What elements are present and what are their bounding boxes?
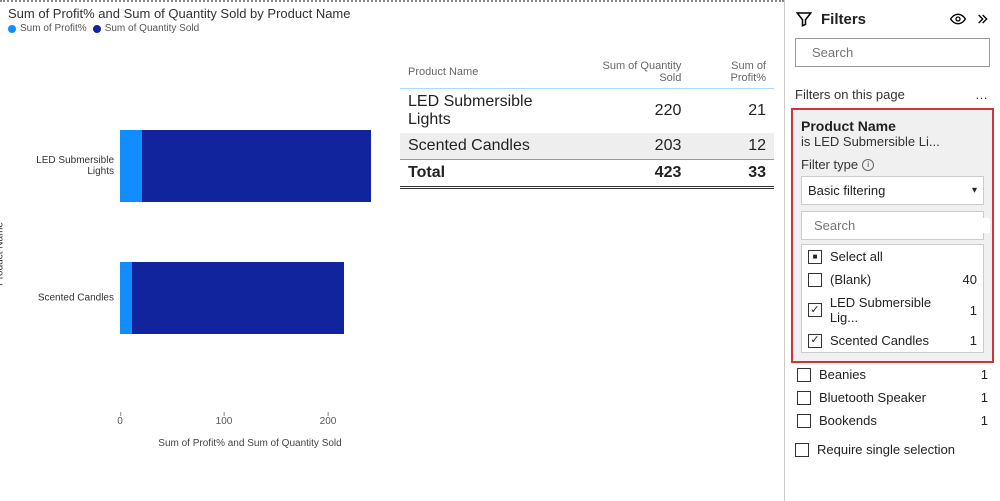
legend-swatch-icon <box>8 25 16 33</box>
checkbox-icon[interactable] <box>795 443 809 457</box>
filter-value-item[interactable]: (Blank)40 <box>802 268 983 291</box>
filter-values-search[interactable] <box>801 211 984 240</box>
collapse-icon[interactable] <box>974 11 990 27</box>
filter-select-all[interactable]: Select all <box>802 245 983 268</box>
bar-category-label: Scented Candles <box>10 293 114 304</box>
more-icon[interactable]: … <box>975 87 990 102</box>
checkbox-icon[interactable] <box>808 273 822 287</box>
data-table[interactable]: Product Name Sum of Quantity Sold Sum of… <box>390 54 774 491</box>
legend-item[interactable]: Sum of Quantity Sold <box>93 23 200 34</box>
checkbox-icon[interactable] <box>808 334 822 348</box>
x-tick-label: 100 <box>216 416 233 427</box>
filter-type-select[interactable]: Basic filtering ▾ <box>801 176 984 205</box>
table-row[interactable]: Scented Candles20312 <box>400 133 774 160</box>
checkbox-icon[interactable] <box>797 368 811 382</box>
report-canvas: Sum of Profit% and Sum of Quantity Sold … <box>0 0 784 501</box>
filter-values-search-input[interactable] <box>814 218 990 233</box>
chevron-down-icon: ▾ <box>972 185 977 196</box>
y-axis-title: Product Name <box>0 222 6 286</box>
filters-search[interactable] <box>795 38 990 67</box>
filter-value-item[interactable]: Bluetooth Speaker1 <box>793 386 992 409</box>
eye-icon[interactable] <box>950 11 966 27</box>
filter-card-product-name[interactable]: Product Name is LED Submersible Li... Fi… <box>791 108 994 363</box>
filter-value-item[interactable]: Bookends1 <box>793 409 992 432</box>
bar-segment[interactable] <box>142 130 371 202</box>
filter-type-label: Filter type <box>801 157 858 172</box>
bar-chart[interactable]: Product Name LED Submersible LightsScent… <box>10 54 390 454</box>
chart-title: Sum of Profit% and Sum of Quantity Sold … <box>0 2 784 23</box>
filter-value-item[interactable]: Beanies1 <box>793 363 992 386</box>
filters-title: Filters <box>821 11 942 28</box>
filter-value-item[interactable]: Scented Candles1 <box>802 329 983 352</box>
require-single-row[interactable]: Require single selection <box>785 432 1000 467</box>
bar-row[interactable]: Scented Candles <box>120 262 380 334</box>
filter-icon <box>795 10 813 28</box>
bar-row[interactable]: LED Submersible Lights <box>120 130 380 202</box>
info-icon[interactable]: i <box>862 159 874 171</box>
filter-value-item[interactable]: LED Submersible Lig...1 <box>802 291 983 329</box>
table-row[interactable]: LED Submersible Lights22021 <box>400 89 774 134</box>
chart-legend: Sum of Profit% Sum of Quantity Sold <box>0 23 784 34</box>
filters-search-input[interactable] <box>812 45 988 60</box>
bar-category-label: LED Submersible Lights <box>10 155 114 177</box>
filter-summary: is LED Submersible Li... <box>801 134 984 149</box>
table-total-row: Total42333 <box>400 160 774 188</box>
col-header[interactable]: Sum of Quantity Sold <box>577 54 689 89</box>
bar-segment[interactable] <box>120 262 132 334</box>
filter-values-list: Select all (Blank)40LED Submersible Lig.… <box>801 244 984 353</box>
bar-segment[interactable] <box>132 262 343 334</box>
filters-pane: Filters Filters on this page … Product N… <box>784 0 1000 501</box>
col-header[interactable]: Product Name <box>400 54 577 89</box>
section-title: Filters on this page <box>795 87 905 102</box>
checkbox-icon[interactable] <box>797 391 811 405</box>
x-axis-title: Sum of Profit% and Sum of Quantity Sold <box>158 438 341 449</box>
filter-field-name: Product Name <box>801 118 984 134</box>
checkbox-icon[interactable] <box>797 414 811 428</box>
checkbox-icon[interactable] <box>808 303 822 317</box>
legend-swatch-icon <box>93 25 101 33</box>
x-tick-label: 0 <box>117 416 123 427</box>
plot-area: LED Submersible Lights Scented Candles <box>120 84 380 404</box>
checkbox-mixed-icon[interactable] <box>808 250 822 264</box>
filter-values-overflow: Beanies1Bluetooth Speaker1Bookends1 <box>793 363 992 432</box>
x-tick-label: 200 <box>320 416 337 427</box>
legend-item[interactable]: Sum of Profit% <box>8 23 87 34</box>
col-header[interactable]: Sum of Profit% <box>689 54 774 89</box>
bar-segment[interactable] <box>120 130 142 202</box>
